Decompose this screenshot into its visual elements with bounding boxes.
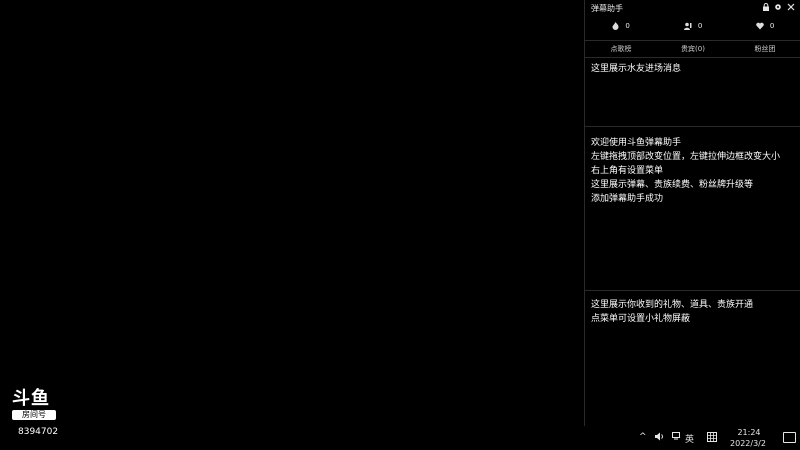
clock-time[interactable]: 21:24 bbox=[734, 428, 764, 437]
stat-heart-value: 0 bbox=[769, 22, 775, 30]
heart-icon bbox=[755, 22, 764, 30]
gear-icon[interactable] bbox=[774, 4, 785, 13]
stat-users-value: 0 bbox=[697, 22, 703, 30]
fire-icon bbox=[612, 22, 619, 30]
stat-users: 0 bbox=[657, 22, 729, 36]
danmaku-line: 欢迎使用斗鱼弹幕助手 bbox=[591, 138, 682, 148]
danmaku-line: 添加弹幕助手成功 bbox=[591, 194, 664, 204]
stats-bar: 0 0 0 bbox=[585, 22, 800, 36]
panel-title[interactable]: 弹幕助手 bbox=[591, 3, 623, 14]
room-id: 8394702 bbox=[18, 427, 59, 437]
chevron-up-icon[interactable]: ^ bbox=[639, 432, 647, 442]
gift-line: 这里展示你收到的礼物、道具、贵族开通 bbox=[591, 300, 754, 310]
close-icon[interactable] bbox=[787, 3, 795, 13]
gift-line: 点菜单可设置小礼物屏蔽 bbox=[591, 314, 691, 324]
stat-heart: 0 bbox=[729, 22, 800, 36]
lock-icon[interactable] bbox=[762, 3, 773, 13]
danmaku-line: 右上角有设置菜单 bbox=[591, 166, 664, 176]
notification-icon[interactable] bbox=[783, 432, 796, 443]
speaker-icon[interactable] bbox=[655, 432, 665, 444]
stat-fire-value: 0 bbox=[625, 22, 630, 30]
entry-message: 这里展示水友进场消息 bbox=[591, 64, 682, 74]
input-language-indicator[interactable]: 英 bbox=[685, 432, 694, 445]
logo-sub-label: 房间号 bbox=[12, 410, 56, 420]
panel-icons bbox=[760, 3, 795, 13]
danmaku-messages-section: 欢迎使用斗鱼弹幕助手 左键拖拽顶部改变位置，左键拉伸边框改变大小 右上角有设置菜… bbox=[585, 128, 800, 291]
tab-song-rank[interactable]: 点歌榜 bbox=[585, 41, 657, 57]
entry-messages-section: 这里展示水友进场消息 bbox=[585, 58, 800, 127]
danmaku-line: 左键拖拽顶部改变位置，左键拉伸边框改变大小 bbox=[591, 152, 781, 162]
users-icon bbox=[683, 22, 692, 30]
danmaku-assistant-panel: 弹幕助手 0 0 0 点歌榜 贵宾(0) 粉丝团 这里展示水友进场消息 欢迎使用… bbox=[584, 0, 800, 426]
danmaku-line: 这里展示弹幕、贵族续费、粉丝牌升级等 bbox=[591, 180, 754, 190]
panel-tabs: 点歌榜 贵宾(0) 粉丝团 bbox=[585, 40, 800, 58]
gift-messages-section: 这里展示你收到的礼物、道具、贵族开通 点菜单可设置小礼物屏蔽 bbox=[585, 292, 800, 426]
ime-grid-icon[interactable] bbox=[707, 432, 717, 445]
tab-vip[interactable]: 贵宾(0) bbox=[657, 41, 729, 57]
taskbar: ^ 英 21:24 2022/3/2 bbox=[584, 426, 800, 450]
stat-fire: 0 bbox=[585, 22, 657, 36]
tab-fan-club[interactable]: 粉丝团 bbox=[729, 41, 800, 57]
network-icon[interactable] bbox=[672, 432, 682, 444]
clock-date[interactable]: 2022/3/2 bbox=[728, 439, 768, 448]
logo-mark: 斗鱼 bbox=[12, 388, 50, 409]
